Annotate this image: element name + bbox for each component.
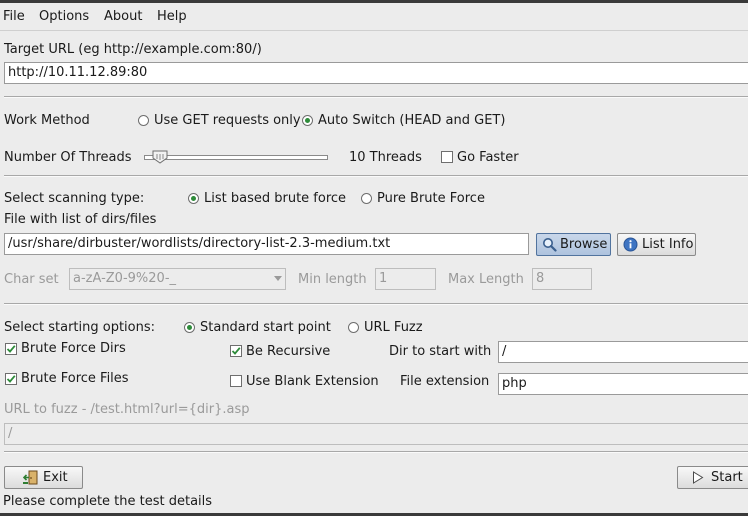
charset-select-value: a-zA-Z0-9%20-_ <box>73 271 177 286</box>
status-text: Please complete the test details <box>3 494 213 509</box>
exit-button-label: Exit <box>43 470 68 485</box>
target-url-input[interactable]: http://10.11.12.89:80 <box>4 62 748 84</box>
menu-options[interactable]: Options <box>39 9 89 24</box>
brute-files-label: Brute Force Files <box>21 371 129 386</box>
url-fuzz-input[interactable]: / <box>4 423 748 445</box>
start-button[interactable]: Start <box>677 466 748 489</box>
separator <box>4 96 748 98</box>
menu-bar: File Options About Help <box>0 3 748 31</box>
radio-url-fuzz[interactable] <box>348 322 359 333</box>
threads-value: 10 Threads <box>349 150 422 165</box>
target-url-label: Target URL (eg http://example.com:80/) <box>4 42 262 57</box>
radio-auto-switch[interactable] <box>302 115 313 126</box>
browse-button[interactable]: Browse <box>536 233 611 256</box>
radio-get-only[interactable] <box>138 115 149 126</box>
threads-label: Number Of Threads <box>4 150 132 165</box>
charset-select[interactable]: a-zA-Z0-9%20-_ <box>69 268 286 290</box>
list-info-button-label: List Info <box>642 237 694 252</box>
checkmark-icon <box>231 347 241 355</box>
magnifier-icon <box>543 238 557 252</box>
exit-button[interactable]: Exit <box>4 466 83 489</box>
charset-label: Char set <box>4 272 59 287</box>
go-faster-checkbox[interactable] <box>441 151 453 163</box>
browse-button-label: Browse <box>560 237 608 252</box>
scan-type-label: Select scanning type: <box>4 191 145 206</box>
wordlist-path-input[interactable]: /usr/share/dirbuster/wordlists/directory… <box>4 233 529 255</box>
blank-extension-label: Use Blank Extension <box>246 374 379 389</box>
radio-list-based[interactable] <box>188 193 199 204</box>
separator <box>4 175 748 177</box>
dir-start-input[interactable]: / <box>498 341 748 363</box>
radio-standard-start-label: Standard start point <box>200 320 331 335</box>
file-extension-input[interactable]: php <box>498 373 748 395</box>
go-faster-label: Go Faster <box>457 150 519 165</box>
brute-dirs-checkbox[interactable] <box>5 343 17 355</box>
radio-auto-switch-label: Auto Switch (HEAD and GET) <box>318 113 506 128</box>
exit-door-icon <box>23 470 38 485</box>
recursive-checkbox[interactable] <box>230 345 242 357</box>
threads-slider-thumb[interactable] <box>152 150 168 164</box>
max-length-label: Max Length <box>448 272 524 287</box>
url-fuzz-label: URL to fuzz - /test.html?url={dir}.asp <box>4 402 250 417</box>
threads-slider-track[interactable] <box>144 155 328 160</box>
min-length-label: Min length <box>298 272 367 287</box>
radio-list-based-label: List based brute force <box>204 191 347 206</box>
min-length-input[interactable]: 1 <box>375 268 436 290</box>
radio-pure-brute[interactable] <box>361 193 372 204</box>
menu-file[interactable]: File <box>3 9 25 24</box>
brute-files-checkbox[interactable] <box>5 373 17 385</box>
start-button-label: Start <box>711 470 743 485</box>
list-info-button[interactable]: List Info <box>617 233 696 256</box>
chevron-down-icon <box>274 276 282 281</box>
checkmark-icon <box>6 345 16 353</box>
radio-pure-brute-label: Pure Brute Force <box>377 191 485 206</box>
work-method-label: Work Method <box>4 113 90 128</box>
separator <box>4 451 748 453</box>
max-length-input[interactable]: 8 <box>532 268 592 290</box>
start-options-label: Select starting options: <box>4 320 156 335</box>
play-triangle-icon <box>693 471 704 484</box>
radio-standard-start[interactable] <box>184 322 195 333</box>
checkmark-icon <box>6 375 16 383</box>
info-icon <box>623 237 638 252</box>
wordlist-label: File with list of dirs/files <box>4 212 157 227</box>
radio-url-fuzz-label: URL Fuzz <box>364 320 423 335</box>
file-extension-label: File extension <box>400 374 490 389</box>
brute-dirs-label: Brute Force Dirs <box>21 341 126 356</box>
menu-help[interactable]: Help <box>157 9 187 24</box>
menu-about[interactable]: About <box>104 9 142 24</box>
blank-extension-checkbox[interactable] <box>230 375 242 387</box>
recursive-label: Be Recursive <box>246 344 331 359</box>
radio-get-only-label: Use GET requests only <box>154 113 301 128</box>
separator <box>4 303 748 305</box>
dir-start-label: Dir to start with <box>389 344 492 359</box>
